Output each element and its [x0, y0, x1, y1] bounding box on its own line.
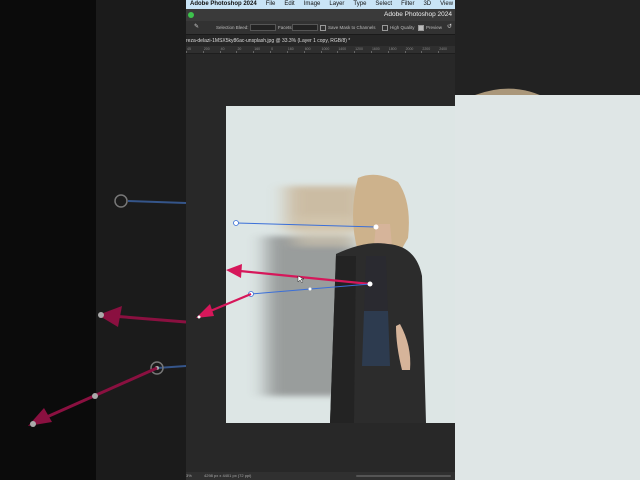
- bg-arrow-line: [111, 314, 186, 324]
- menu-edit[interactable]: Edit: [284, 0, 294, 9]
- save-mask-label: Save Mask to Channels: [328, 25, 376, 30]
- document-tab[interactable]: reza-delazi-1MSX5ky86ac-unsplash.jpg @ 3…: [186, 38, 350, 44]
- facets-label: Facets:: [278, 25, 293, 30]
- selection-bleed-label: Selection Bleed:: [216, 25, 249, 30]
- ruler-tick-label: 160: [254, 47, 261, 51]
- save-mask-checkbox[interactable]: Save Mask to Channels: [320, 21, 376, 34]
- ruler-tick-mark: [236, 51, 238, 53]
- background-blurred-photo: [455, 0, 640, 480]
- direction-arrow-head: [226, 264, 242, 278]
- ruler-tick-label: 1400: [338, 47, 347, 51]
- bg-arrow-anchor-2: [92, 393, 98, 399]
- ruler-tick-mark: [370, 51, 372, 53]
- high-quality-checkbox[interactable]: High Quality: [382, 21, 415, 34]
- menu-image[interactable]: Image: [304, 0, 321, 9]
- menu-layer[interactable]: Layer: [329, 0, 344, 9]
- ruler-tick-label: 0: [271, 47, 274, 51]
- background-photo-wall: [455, 95, 640, 480]
- app-menu[interactable]: Adobe Photoshop 2024: [190, 0, 257, 9]
- menu-view[interactable]: View: [440, 0, 453, 9]
- bg-arrow-anchor: [98, 312, 104, 318]
- zoom-level[interactable]: 3%: [186, 472, 192, 480]
- canvas-area[interactable]: [186, 54, 455, 472]
- preview-label: Preview: [426, 25, 443, 30]
- path-anchor-tip[interactable]: [197, 315, 201, 319]
- blur-path-overlay: [196, 220, 379, 319]
- window-title-bar: Adobe Photoshop 2024: [186, 9, 455, 21]
- ruler-tick-label: 45: [187, 47, 191, 51]
- bg-path-line-top: [127, 200, 186, 204]
- ruler-tick-mark: [421, 51, 423, 53]
- window-title: Adobe Photoshop 2024: [384, 11, 452, 18]
- horizontal-ruler[interactable]: 45 200 40 20 160 0 160 600 1000 1400 1200 1600 1800 2…: [186, 46, 455, 54]
- path-endpoint-start[interactable]: [233, 220, 239, 226]
- path-anchor-right[interactable]: [367, 281, 373, 287]
- ruler-tick-label: 2000: [405, 47, 414, 51]
- ruler-tick-label: 200: [203, 47, 210, 51]
- selection-bleed-field[interactable]: [250, 21, 276, 34]
- ruler-tick-label: 1800: [388, 47, 397, 51]
- ruler-tick-mark: [202, 51, 204, 53]
- ruler-tick-label: 20: [237, 47, 242, 51]
- tool-brush-icon[interactable]: ✎: [194, 21, 199, 34]
- ruler-tick-label: 160: [287, 47, 294, 51]
- reset-icon[interactable]: ↺: [447, 21, 452, 34]
- ruler-tick-mark: [404, 51, 406, 53]
- menu-bar: Adobe Photoshop 2024 File Edit Image Lay…: [186, 0, 455, 9]
- bg-arrow-anchor-3: [30, 421, 36, 427]
- options-bar: ✎ Selection Bleed: Facets: Save Mask to …: [186, 21, 455, 34]
- ruler-tick-mark: [337, 51, 339, 53]
- ruler-tick-label: 1200: [355, 47, 363, 51]
- ruler-tick-mark: [387, 51, 389, 53]
- ruler-tick-mark: [270, 51, 272, 53]
- status-bar: 3% 4298 px x 4401 px (72 ppi): [186, 472, 455, 480]
- ruler-tick-label: 2200: [422, 47, 431, 51]
- ruler-tick-mark: [186, 51, 187, 53]
- ruler-tick-mark: [438, 51, 440, 53]
- direction-arrow-line: [239, 269, 371, 286]
- ruler-tick-mark: [320, 51, 322, 53]
- document-dimensions: 4298 px x 4401 px (72 ppi): [204, 473, 252, 478]
- ruler-tick-mark: [354, 51, 356, 53]
- ruler-tick-label: 600: [304, 47, 311, 51]
- path-anchor-mid[interactable]: [308, 287, 312, 291]
- direction-arrow-line-2: [207, 292, 252, 314]
- ruler-tick-label: 1600: [371, 47, 380, 51]
- horizontal-scrollbar[interactable]: [356, 475, 451, 477]
- bg-arrow-line-2: [39, 366, 158, 422]
- ruler-tick-label: 1000: [321, 47, 330, 51]
- menu-file[interactable]: File: [266, 0, 276, 9]
- ruler-tick-label: 2400: [439, 47, 447, 51]
- background-arrows: [28, 194, 186, 427]
- ruler-tick-mark: [253, 51, 255, 53]
- facets-field[interactable]: [292, 21, 318, 34]
- path-endpoint-end[interactable]: [373, 224, 379, 230]
- window-zoom-button[interactable]: [188, 12, 194, 18]
- menu-filter[interactable]: Filter: [401, 0, 414, 9]
- high-quality-label: High Quality: [390, 25, 415, 30]
- blur-path-line-top: [235, 222, 377, 228]
- photoshop-window: Adobe Photoshop 2024 File Edit Image Lay…: [186, 0, 455, 480]
- ruler-tick-mark: [286, 51, 288, 53]
- menu-type[interactable]: Type: [353, 0, 366, 9]
- ruler-tick-mark: [219, 51, 221, 53]
- ruler-tick-label: 40: [220, 47, 225, 51]
- bg-path-anchor: [114, 194, 128, 208]
- ruler-tick-mark: [303, 51, 305, 53]
- bg-path-line-bottom: [156, 365, 186, 369]
- menu-select[interactable]: Select: [375, 0, 392, 9]
- preview-checkbox[interactable]: Preview: [418, 21, 442, 34]
- menu-3d[interactable]: 3D: [423, 0, 431, 9]
